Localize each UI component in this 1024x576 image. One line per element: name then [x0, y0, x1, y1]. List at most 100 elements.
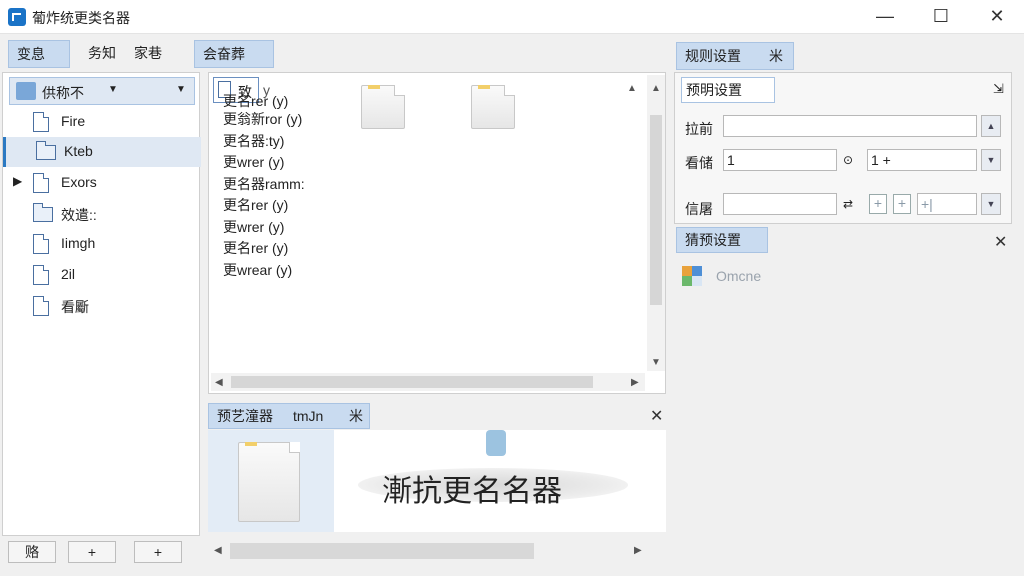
preview-tab[interactable]: 预艺潼器 tmJn 米 [208, 403, 370, 429]
sidebar-item-seventh[interactable]: 看斸 [3, 291, 201, 321]
scroll-left-arrow-icon[interactable]: ◀ [215, 377, 223, 388]
list-item[interactable]: 更名rer (y) [223, 238, 288, 259]
sidebar-item-fourth[interactable]: 效遣:: [3, 199, 201, 229]
scroll-right-arrow-icon[interactable]: ▶ [634, 545, 642, 556]
preview-tab-label: 预艺潼器 [217, 408, 273, 424]
scroll-down-arrow-icon[interactable]: ▼ [651, 357, 661, 368]
preset-settings-tab[interactable]: 猜预设置 [676, 227, 768, 253]
scroll-left-arrow-icon[interactable]: ◀ [214, 545, 222, 556]
preview-banner-text: 漸抗更名名器 [382, 474, 562, 509]
sub-settings-header[interactable]: 预明设置 [681, 77, 775, 103]
sidebar-item-label: Iimgh [61, 235, 96, 251]
title-bar: 葡炸统更类名器 — ☐ ✕ [0, 0, 1024, 34]
increment-box-2[interactable]: + [893, 194, 911, 214]
chevron-down-icon: ▼ [108, 84, 118, 95]
prefix-dropdown-icon[interactable]: ▲ [981, 115, 1001, 137]
storage-dropdown-icon[interactable]: ▼ [981, 149, 1001, 171]
preview-area: 漸抗更名名器 [208, 430, 666, 532]
list-item[interactable]: 更翁新ror (y) [223, 109, 302, 130]
folder-icon [32, 203, 53, 222]
storage-input[interactable]: 1 [723, 149, 837, 171]
sidebar-item-label: Fire [61, 113, 86, 129]
preview-tab-extra: tmJn [293, 408, 324, 424]
list-item[interactable]: 更wrer (y) [223, 217, 284, 238]
computer-icon [16, 82, 36, 100]
scroll-up-arrow-icon[interactable]: ▲ [651, 83, 661, 94]
sidebar-item-exors[interactable]: ▶ Exors [3, 168, 201, 198]
increment-box-1[interactable]: + [869, 194, 887, 214]
sidebar-item-2il[interactable]: 2il [3, 260, 201, 290]
sidebar: 供称不 ▼ ▼ Fire Kteb ▶ Exors 效遣:: Iimgh 2il… [2, 72, 201, 536]
preset-app-icon [682, 266, 704, 286]
pin-icon[interactable]: ⇲ [993, 81, 1004, 97]
sidebar-item-iimgh[interactable]: Iimgh [3, 229, 201, 259]
preset-item[interactable]: Omcne [716, 268, 761, 284]
tab-main[interactable]: 变息 [8, 40, 70, 68]
image-file-icon [33, 234, 49, 254]
large-file-icon[interactable] [361, 85, 405, 129]
sidebar-item-label: Exors [61, 174, 97, 190]
chevron-down-icon-2[interactable]: ▼ [176, 84, 186, 95]
add-button[interactable]: + [68, 541, 116, 563]
large-file-icon-2[interactable] [471, 85, 515, 129]
info-select[interactable]: +| [917, 193, 977, 215]
settings-panel: 预明设置 ⇲ 拉前 ▲ 看储 1 ⊙ 1 + ▼ 信屠 ⇄ + + +| ▼ [674, 72, 1012, 224]
sidebar-dropdown-label: 供称不 [42, 85, 84, 101]
file-icon [33, 112, 49, 132]
preview-image: 漸抗更名名器 [338, 430, 666, 532]
preview-tab-close[interactable]: 米 [349, 404, 363, 428]
label-prefix: 拉前 [685, 121, 713, 137]
close-button[interactable]: ✕ [974, 0, 1020, 34]
label-storage: 看储 [685, 155, 713, 171]
sidebar-item-label: 效遣:: [61, 207, 97, 223]
tab-fourth[interactable]: 会奋葬 [194, 40, 274, 68]
add-button-2[interactable]: + [134, 541, 182, 563]
preset-close-icon[interactable]: ✕ [994, 232, 1007, 252]
vertical-scrollbar[interactable]: ▲ ▼ [647, 75, 665, 371]
sidebar-item-kteb[interactable]: Kteb [3, 137, 201, 167]
preview-file-icon [238, 442, 300, 522]
horizontal-scrollbar[interactable]: ◀ ▶ [211, 373, 645, 391]
sidebar-item-fire[interactable]: Fire [3, 107, 201, 137]
tab-second[interactable]: 务知 [80, 40, 124, 68]
list-item[interactable]: 更wrer (y) [223, 152, 284, 173]
collapse-up-icon[interactable]: ▲ [627, 83, 637, 94]
app-icon [8, 8, 26, 26]
window-title: 葡炸统更类名器 [32, 10, 130, 26]
list-item[interactable]: 更名器:ty) [223, 131, 284, 152]
rules-settings-close[interactable]: 米 [769, 43, 783, 69]
label-info: 信屠 [685, 201, 713, 217]
maximize-button[interactable]: ☐ [918, 0, 964, 34]
minimize-button[interactable]: — [862, 0, 908, 34]
file-icon [33, 296, 49, 316]
preview-scrollbar-thumb[interactable] [230, 543, 534, 559]
scrollbar-thumb-horizontal[interactable] [231, 376, 593, 388]
prefix-input[interactable] [723, 115, 977, 137]
storage-count-input[interactable]: 1 + [867, 149, 977, 171]
folder-icon [35, 141, 56, 160]
expand-arrow-icon[interactable]: ▶ [13, 174, 22, 188]
file-list-panel: 致 y 更名rer (y) 更翁新ror (y) 更名器:ty) 更wrer (… [208, 72, 666, 394]
info-dropdown-icon[interactable]: ▼ [981, 193, 1001, 215]
scrollbar-thumb[interactable] [650, 115, 662, 305]
sidebar-dropdown[interactable]: 供称不 ▼ ▼ [9, 77, 195, 105]
list-item[interactable]: 更wrear (y) [223, 260, 292, 281]
tab-rules-settings[interactable]: 规则设置 米 [676, 42, 794, 70]
preview-thumbnail-area [208, 430, 334, 532]
link-icon[interactable]: ⊙ [843, 153, 853, 167]
swap-icon[interactable]: ⇄ [843, 197, 853, 211]
rules-settings-label: 规则设置 [685, 48, 741, 64]
scroll-right-arrow-icon[interactable]: ▶ [631, 377, 639, 388]
list-item[interactable]: 更名器ramm: [223, 174, 305, 195]
sidebar-item-label: Kteb [64, 143, 93, 159]
tab-third[interactable]: 家巷 [126, 40, 170, 68]
list-item[interactable]: 更名rer (y) [223, 195, 288, 216]
sidebar-action-button[interactable]: 赂 [8, 541, 56, 563]
sidebar-item-label: 看斸 [61, 299, 89, 315]
info-input[interactable] [723, 193, 837, 215]
mop-handle [486, 430, 506, 456]
preview-horizontal-scrollbar[interactable]: ◀ ▶ [208, 541, 666, 561]
preview-close-icon[interactable]: ✕ [650, 406, 663, 426]
sidebar-item-label: 2il [61, 266, 76, 282]
document-icon [33, 173, 49, 193]
